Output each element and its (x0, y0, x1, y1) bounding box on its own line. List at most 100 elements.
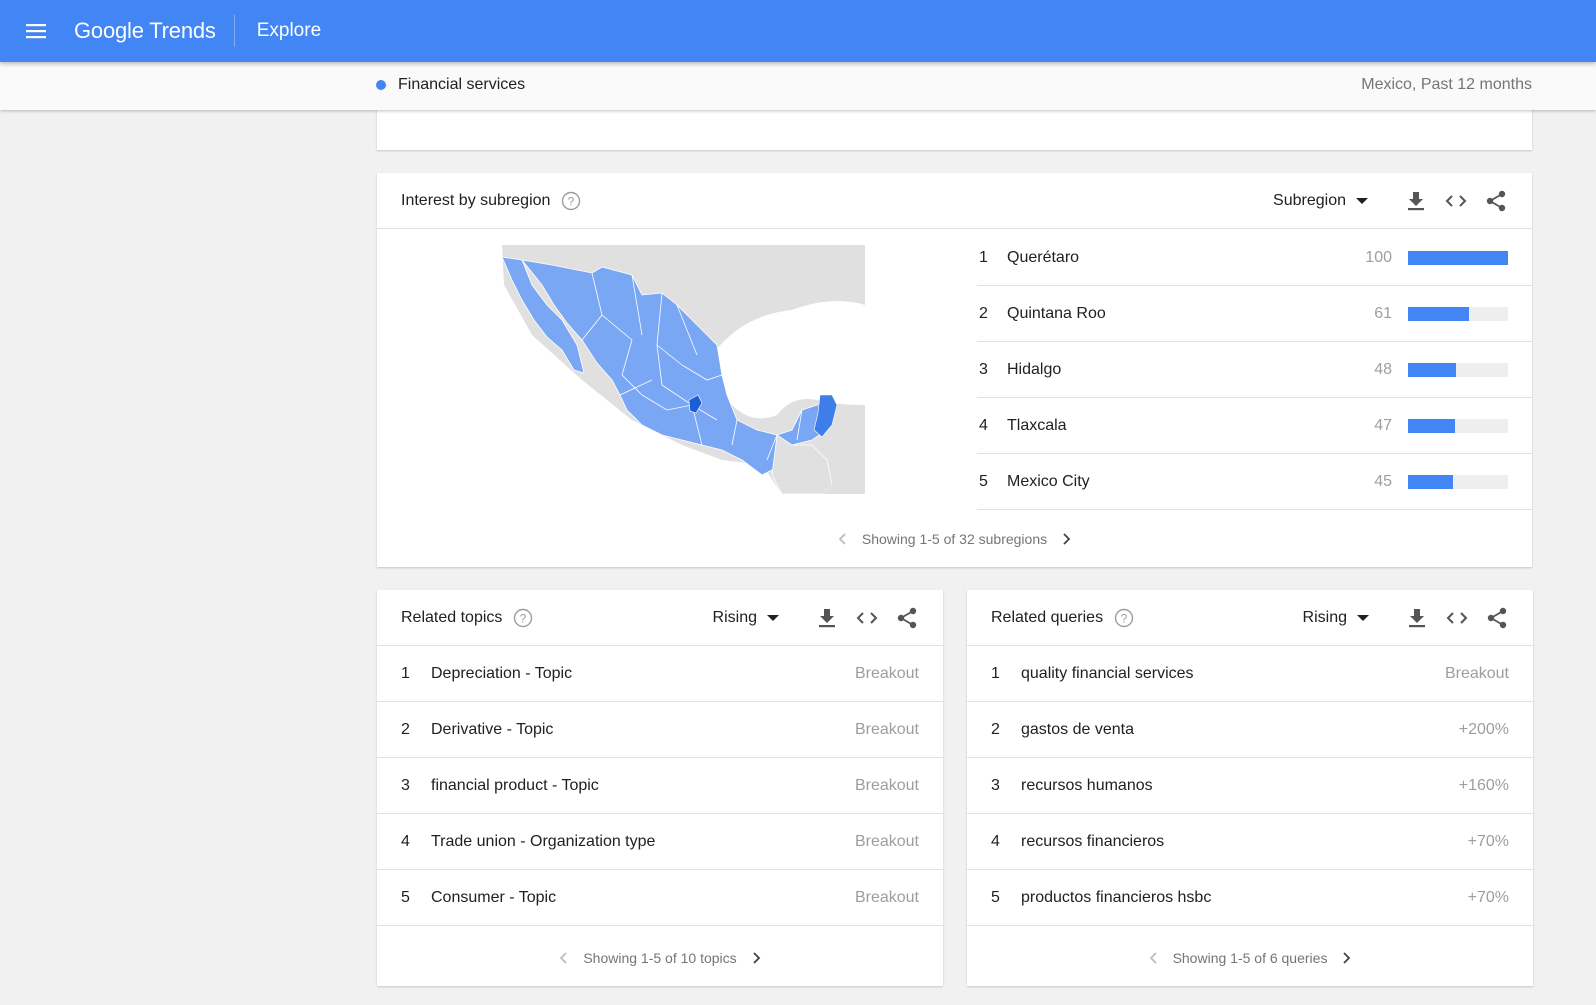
rank-number: 4 (991, 832, 1000, 850)
pager-label: Showing 1-5 of 6 queries (1172, 950, 1328, 966)
download-icon[interactable] (815, 606, 839, 630)
topic-row[interactable]: 2 Derivative - Topic Breakout (377, 702, 943, 758)
interest-bar-fill (1408, 306, 1469, 321)
topic-row[interactable]: 3 financial product - Topic Breakout (377, 758, 943, 814)
share-icon[interactable] (1485, 606, 1509, 630)
pager-label: Showing 1-5 of 32 subregions (861, 531, 1048, 547)
embed-code-icon[interactable] (1444, 189, 1468, 213)
help-icon[interactable]: ? (560, 190, 582, 212)
query-row[interactable]: 5 productos financieros hsbc +70% (967, 870, 1533, 926)
rank-number: 5 (401, 888, 410, 906)
embed-code-icon[interactable] (855, 606, 879, 630)
resolution-select[interactable]: Subregion (1273, 192, 1368, 210)
query-row[interactable]: 3 recursos humanos +160% (967, 758, 1533, 814)
search-term[interactable]: Financial services (376, 76, 525, 94)
pager-label: Showing 1-5 of 10 topics (583, 950, 737, 966)
google-trends-logo[interactable]: Google Trends (74, 18, 216, 44)
chevron-left-icon (1149, 952, 1157, 964)
interest-bar-track (1408, 418, 1508, 433)
query-row-value: +70% (1467, 832, 1509, 850)
topic-row-name: Consumer - Topic (431, 888, 557, 906)
rank-number: 1 (401, 664, 410, 682)
pager-next-button[interactable] (1055, 527, 1079, 551)
metric-select-value: Rising (712, 608, 757, 626)
menu-button[interactable] (18, 13, 54, 49)
subregion-row[interactable]: 5 Mexico City 45 (977, 454, 1532, 510)
hamburger-icon (26, 24, 46, 39)
chevron-right-icon (1063, 533, 1071, 545)
app-bar: Google Trends Explore (0, 0, 1596, 62)
query-row[interactable]: 2 gastos de venta +200% (967, 702, 1533, 758)
query-row-name: quality financial services (1021, 664, 1194, 682)
query-row-value: +200% (1458, 720, 1509, 738)
topic-row-value: Breakout (854, 832, 919, 850)
svg-text:?: ? (568, 194, 575, 208)
svg-text:?: ? (520, 611, 527, 625)
interest-value: 45 (1374, 472, 1392, 490)
related-topics-list: 1 Depreciation - Topic Breakout 2 Derivative… (377, 646, 943, 926)
query-row-value: +70% (1467, 888, 1509, 906)
pager-prev-button[interactable] (1141, 946, 1165, 970)
metric-select-value: Rising (1302, 608, 1347, 626)
topic-row[interactable]: 1 Depreciation - Topic Breakout (377, 646, 943, 702)
share-icon[interactable] (1484, 189, 1508, 213)
search-term-label: Financial services (398, 76, 526, 93)
help-icon[interactable]: ? (512, 607, 534, 629)
page-title: Explore (256, 20, 322, 41)
card-header: Interest by subregion ? Subregion (377, 173, 1532, 229)
topic-row-name: Trade union - Organization type (431, 832, 656, 850)
subregion-row[interactable]: 3 Hidalgo 48 (977, 342, 1532, 398)
share-icon[interactable] (895, 606, 919, 630)
interest-bar-fill (1408, 418, 1455, 433)
rank-number: 3 (991, 776, 1000, 794)
card-title: Related queries (991, 608, 1104, 626)
metric-select[interactable]: Rising (1303, 609, 1369, 627)
topic-row[interactable]: 4 Trade union - Organization type Breakout (377, 814, 943, 870)
card-title: Interest by subregion (401, 191, 551, 209)
subregion-row[interactable]: 4 Tlaxcala 47 (977, 398, 1532, 454)
query-row[interactable]: 4 recursos financieros +70% (967, 814, 1533, 870)
query-row-value: Breakout (1444, 664, 1509, 682)
related-queries-card: Related queries ? Rising 1 quality financ… (967, 590, 1533, 986)
subregion-name: Quintana Roo (1007, 304, 1106, 322)
pager-next-button[interactable] (1335, 946, 1359, 970)
pager-prev-button[interactable] (551, 946, 575, 970)
pager-prev-button[interactable] (830, 527, 854, 551)
chevron-left-icon (560, 952, 567, 964)
topic-row-name: financial product - Topic (431, 776, 599, 794)
rank-number: 5 (979, 472, 988, 490)
caret-down-icon (1356, 197, 1368, 204)
download-icon[interactable] (1404, 189, 1428, 213)
embed-code-icon[interactable] (1445, 606, 1469, 630)
subregion-ranking-list: 1 Querétaro 100 2 Quintana Roo 61 3 Hidalgo 48 4 T… (977, 230, 1532, 510)
pager-next-button[interactable] (745, 946, 769, 970)
query-row[interactable]: 1 quality financial services Breakout (967, 646, 1533, 702)
help-icon[interactable]: ? (1113, 607, 1135, 629)
related-topics-card: Related topics ? Rising 1 Depreciation - … (377, 590, 943, 986)
subregion-row[interactable]: 1 Querétaro 100 (977, 230, 1532, 286)
topic-row[interactable]: 5 Consumer - Topic Breakout (377, 870, 943, 926)
topic-row-name: Derivative - Topic (431, 720, 554, 738)
subregion-pager: Showing 1-5 of 32 subregions (377, 511, 1532, 567)
rank-number: 2 (401, 720, 410, 738)
interest-value: 47 (1374, 416, 1392, 434)
interest-bar-fill (1408, 362, 1456, 377)
metric-select[interactable]: Rising (713, 609, 779, 627)
subregion-name: Tlaxcala (1007, 416, 1067, 434)
download-icon[interactable] (1405, 606, 1429, 630)
topic-row-value: Breakout (854, 776, 919, 794)
subregion-row[interactable]: 2 Quintana Roo 61 (977, 286, 1532, 342)
interest-value: 48 (1374, 360, 1392, 378)
query-row-name: recursos financieros (1021, 832, 1165, 850)
subregion-name: Hidalgo (1007, 360, 1062, 378)
subregion-map[interactable] (492, 245, 865, 495)
interest-bar-track (1408, 474, 1508, 489)
card-header: Related queries ? Rising (967, 590, 1533, 646)
query-row-name: productos financieros hsbc (1021, 888, 1212, 906)
card-header: Related topics ? Rising (377, 590, 943, 646)
queries-pager: Showing 1-5 of 6 queries (967, 930, 1533, 986)
rank-number: 2 (979, 304, 988, 322)
rank-number: 3 (401, 776, 410, 794)
subregion-name: Mexico City (1007, 472, 1090, 490)
svg-text:?: ? (1121, 611, 1128, 625)
